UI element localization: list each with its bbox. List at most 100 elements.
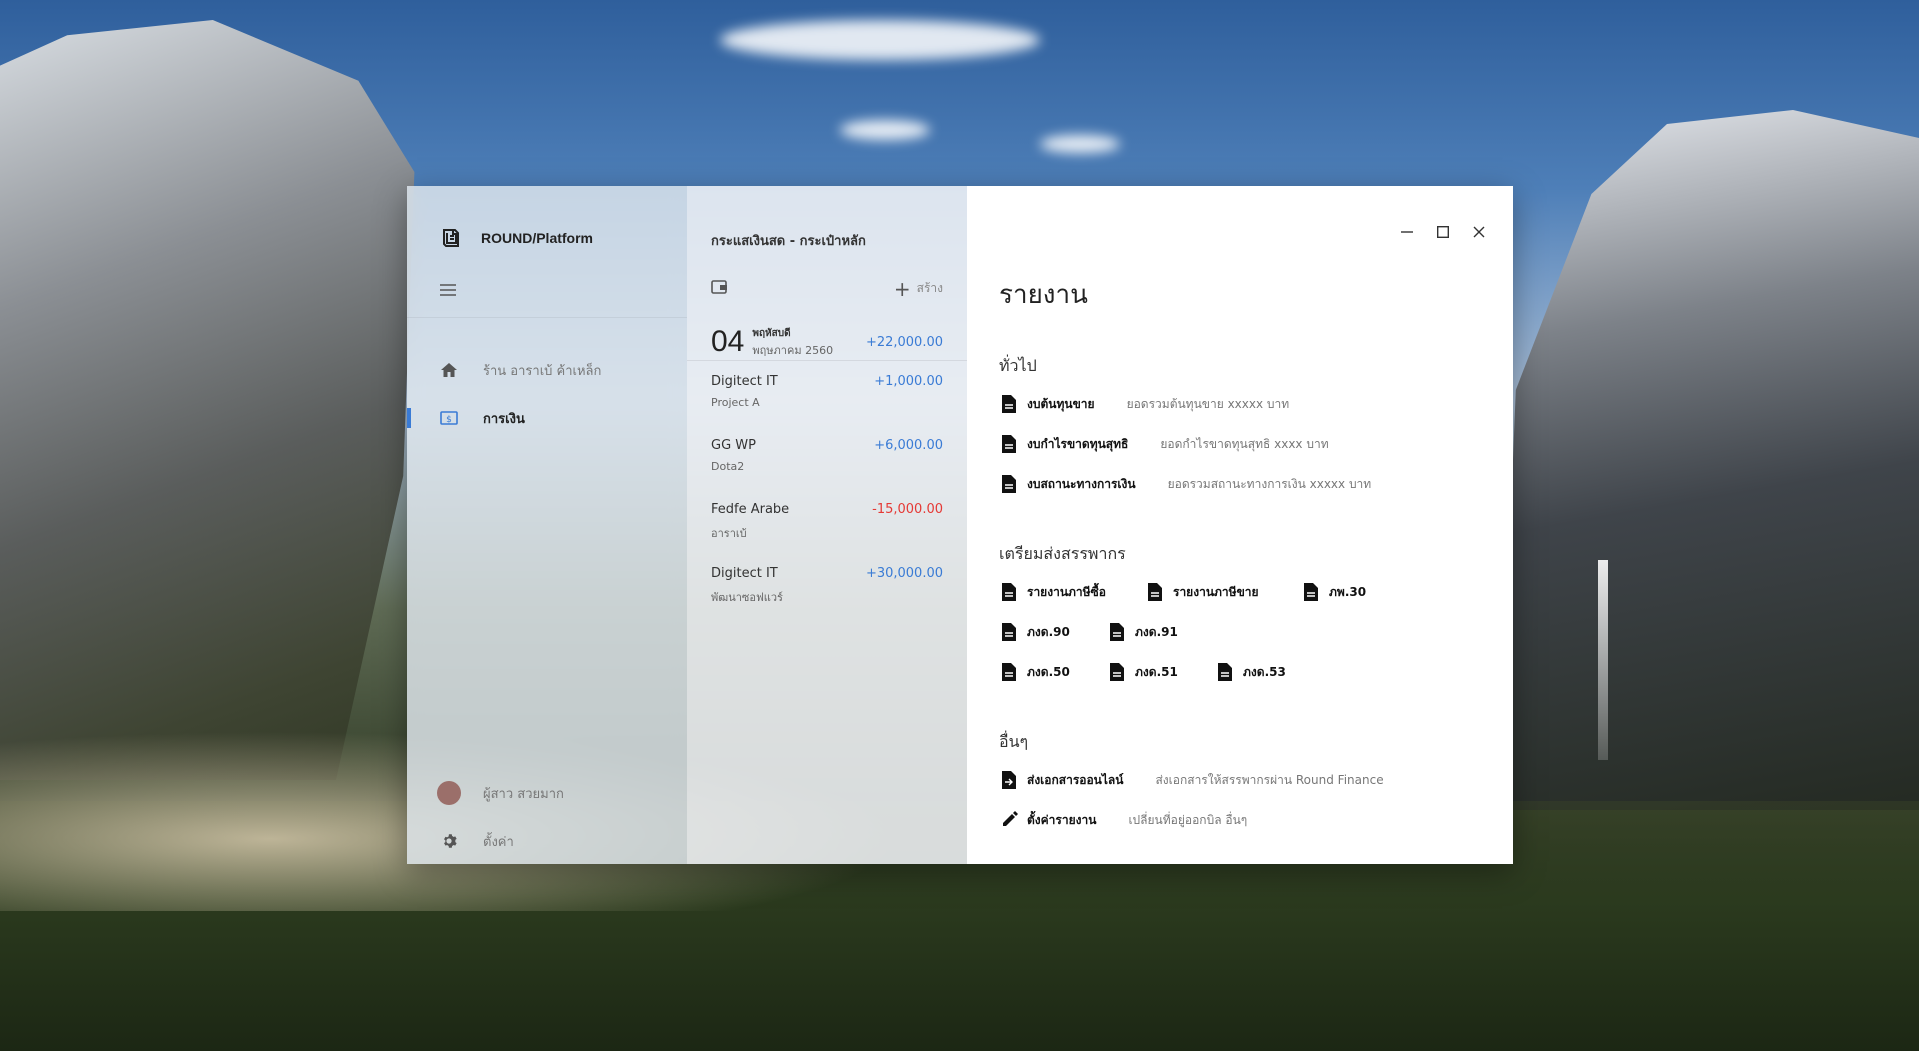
document-icon [1001, 662, 1017, 682]
round-logo-icon [437, 224, 465, 252]
nav-item-finance[interactable]: $ การเงิน [407, 398, 687, 438]
app-window: ROUND/Platform ร้าน อาราเบ้ ค้าเหล็ก $ ก… [407, 186, 1513, 864]
create-button[interactable]: + สร้าง [893, 276, 943, 301]
section-title-general: ทั่วไป [999, 356, 1037, 375]
transaction-amount: +6,000.00 [874, 438, 943, 453]
list-divider [687, 360, 967, 361]
avatar [437, 781, 461, 805]
transaction-sub: Project A [711, 396, 760, 409]
document-icon [1147, 582, 1163, 602]
brand-name: ROUND/Platform [481, 230, 594, 246]
minimize-icon[interactable] [1401, 226, 1413, 238]
document-icon [1001, 582, 1017, 602]
date-weekday: พฤหัสบดี [752, 327, 791, 339]
transaction-row[interactable]: Digitect IT Project A +1,000.00 [711, 374, 943, 420]
reports-pane: รายงาน ทั่วไป งบต้นทุนขาย ยอดรวมต้นทุนขา… [967, 186, 1513, 864]
cashflow-pane: กระแสเงินสด - กระเป๋าหลัก + สร้าง 04 พฤห… [687, 186, 967, 864]
transaction-amount: -15,000.00 [872, 502, 943, 517]
user-profile[interactable]: ผู้สาว สวยมาก [407, 773, 687, 813]
document-icon [1303, 582, 1319, 602]
transaction-sub: พัฒนาซอฟแวร์ [711, 591, 783, 604]
report-name: ตั้งค่ารายงาน [1027, 812, 1097, 827]
transaction-name: Digitect IT [711, 566, 778, 581]
transaction-name: Digitect IT [711, 374, 778, 389]
report-name: ภงด.53 [1243, 664, 1286, 679]
maximize-icon[interactable] [1437, 226, 1449, 238]
transaction-name: Fedfe Arabe [711, 502, 790, 517]
transaction-row[interactable]: GG WP Dota2 +6,000.00 [711, 438, 943, 484]
report-name: ภงด.51 [1135, 664, 1178, 679]
report-name: ภพ.30 [1329, 584, 1367, 599]
document-icon [1001, 474, 1017, 494]
tax-report-item[interactable]: ภงด.91 [1109, 622, 1178, 642]
nav-item-label: ร้าน อาราเบ้ ค้าเหล็ก [483, 363, 602, 379]
wallpaper-cliff-right [1499, 110, 1919, 810]
tax-report-item[interactable]: ภงด.51 [1109, 662, 1178, 682]
transaction-amount: +30,000.00 [865, 566, 943, 581]
tax-report-item[interactable]: ภงด.90 [1001, 622, 1070, 642]
nav-pane: ROUND/Platform ร้าน อาราเบ้ ค้าเหล็ก $ ก… [407, 186, 687, 864]
report-name: ส่งเอกสารออนไลน์ [1027, 772, 1124, 787]
date-day: 04 [711, 325, 745, 358]
date-meta: พฤหัสบดี พฤษภาคม 2560 [752, 326, 833, 359]
transaction-amount: +1,000.00 [874, 374, 943, 389]
settings-label: ตั้งค่า [483, 834, 514, 850]
document-icon [1109, 662, 1125, 682]
other-item-send-online[interactable]: ส่งเอกสารออนไลน์ ส่งเอกสารให้สรรพากรผ่าน… [1001, 770, 1384, 790]
report-name: งบกำไรขาดทุนสุทธิ [1027, 436, 1129, 451]
transaction-sub: อาราเบ้ [711, 527, 747, 540]
nav-item-settings[interactable]: ตั้งค่า [407, 821, 687, 861]
tax-report-item[interactable]: รายงานภาษีซื้อ [1001, 582, 1106, 602]
report-item[interactable]: งบกำไรขาดทุนสุทธิ ยอดกำไรขาดทุนสุทธิ xxx… [1001, 434, 1329, 454]
transaction-row[interactable]: Fedfe Arabe อาราเบ้ -15,000.00 [711, 502, 943, 548]
document-icon [1217, 662, 1233, 682]
wallpaper-cloud [1040, 135, 1120, 153]
nav-divider [407, 317, 687, 318]
other-item-report-settings[interactable]: ตั้งค่ารายงาน เปลี่ยนที่อยู่ออกบิล อื่นๆ [1001, 810, 1247, 830]
report-name: งบสถานะทางการเงิน [1027, 476, 1136, 491]
list-toolbar: + สร้าง [711, 279, 943, 299]
nav-item-shop[interactable]: ร้าน อาราเบ้ ค้าเหล็ก [407, 350, 687, 390]
wallpaper-waterfall [1598, 560, 1608, 760]
gear-icon [439, 831, 459, 851]
tax-report-item[interactable]: รายงานภาษีขาย [1147, 582, 1259, 602]
report-description: ส่งเอกสารให้สรรพากรผ่าน Round Finance [1155, 772, 1384, 787]
dollar-icon: $ [439, 408, 459, 428]
document-icon [1001, 622, 1017, 642]
section-title-tax: เตรียมส่งสรรพากร [999, 544, 1126, 563]
report-description: ยอดกำไรขาดทุนสุทธิ xxxx บาท [1160, 436, 1329, 451]
transaction-row[interactable]: Digitect IT พัฒนาซอฟแวร์ +30,000.00 [711, 566, 943, 612]
tax-report-item[interactable]: ภงด.53 [1217, 662, 1286, 682]
report-description: ยอดรวมต้นทุนขาย xxxxx บาท [1126, 396, 1290, 411]
wallpaper-cloud [720, 20, 1040, 60]
page-title: รายงาน [999, 280, 1088, 310]
svg-text:$: $ [446, 415, 452, 425]
report-name: รายงานภาษีขาย [1173, 584, 1259, 599]
transaction-name: GG WP [711, 438, 756, 453]
report-description: เปลี่ยนที่อยู่ออกบิล อื่นๆ [1128, 812, 1248, 827]
transaction-sub: Dota2 [711, 460, 745, 473]
report-item[interactable]: งบต้นทุนขาย ยอดรวมต้นทุนขาย xxxxx บาท [1001, 394, 1289, 414]
section-title-other: อื่นๆ [999, 732, 1029, 751]
document-icon [1109, 622, 1125, 642]
pencil-icon [1001, 810, 1018, 830]
report-name: ภงด.50 [1027, 664, 1070, 679]
close-icon[interactable] [1473, 226, 1485, 238]
wallet-icon[interactable] [711, 279, 729, 297]
date-total: +22,000.00 [865, 334, 943, 350]
tax-report-item[interactable]: ภพ.30 [1303, 582, 1366, 602]
report-name: งบต้นทุนขาย [1027, 396, 1095, 411]
report-item[interactable]: งบสถานะทางการเงิน ยอดรวมสถานะทางการเงิน … [1001, 474, 1371, 494]
report-name: ภงด.91 [1135, 624, 1178, 639]
plus-icon: + [893, 276, 911, 301]
tax-report-item[interactable]: ภงด.50 [1001, 662, 1070, 682]
wallpaper-cloud [840, 120, 930, 140]
create-label: สร้าง [916, 281, 943, 295]
date-month-year: พฤษภาคม 2560 [752, 343, 834, 357]
brand: ROUND/Platform [437, 224, 593, 252]
user-name: ผู้สาว สวยมาก [483, 786, 564, 802]
hamburger-menu-icon[interactable] [439, 282, 459, 298]
date-group-header: 04 พฤหัสบดี พฤษภาคม 2560 +22,000.00 [711, 324, 943, 360]
report-description: ยอดรวมสถานะทางการเงิน xxxxx บาท [1167, 476, 1372, 491]
document-icon [1001, 434, 1017, 454]
